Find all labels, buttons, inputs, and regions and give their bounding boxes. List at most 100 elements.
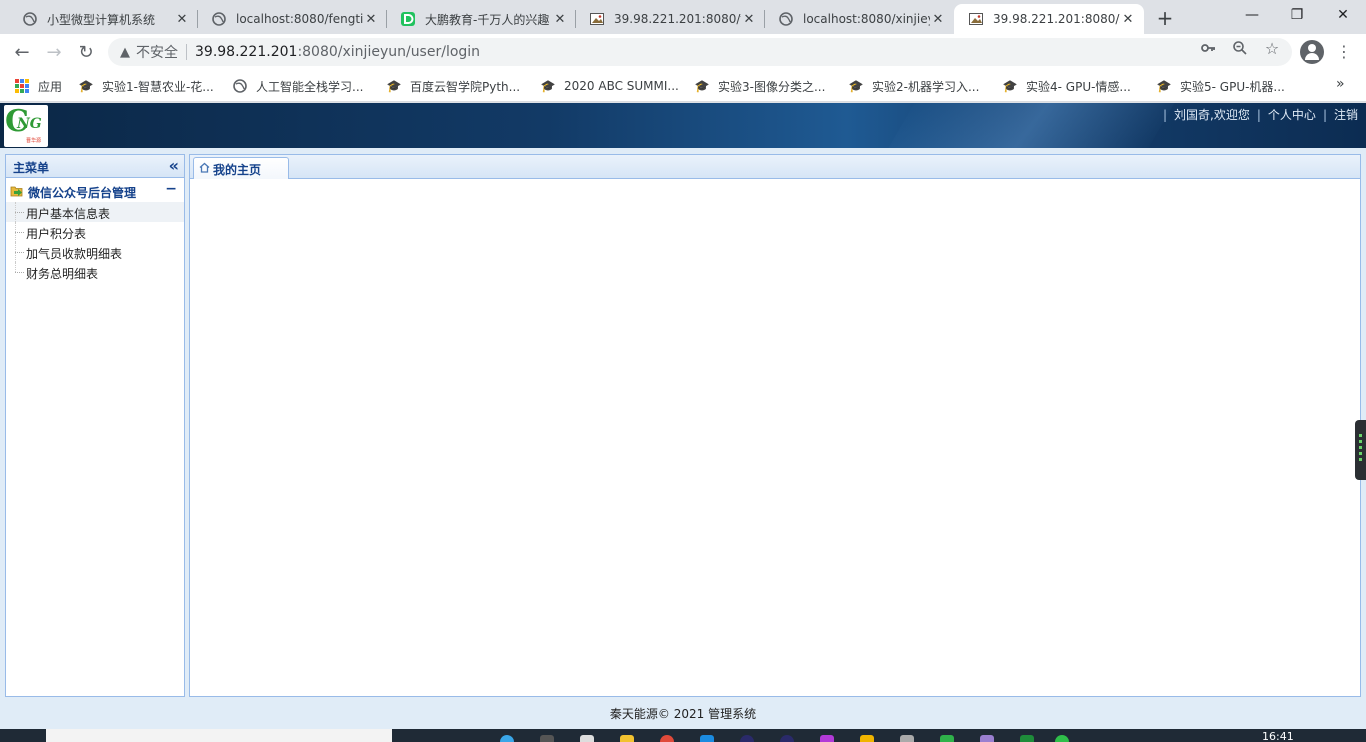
profile-link[interactable]: 个人中心 [1268, 106, 1316, 123]
menu-item-user-points[interactable]: 用户积分表 [6, 222, 184, 242]
more-bookmarks-button[interactable]: » [1336, 76, 1345, 92]
app-icon[interactable] [540, 735, 554, 742]
menu-item-label: 财务总明细表 [26, 267, 99, 281]
close-tab-icon[interactable]: ✕ [930, 11, 946, 27]
close-tab-icon[interactable]: ✕ [552, 11, 568, 27]
app-icon[interactable] [980, 735, 994, 742]
bookmark-item[interactable]: 🎓 百度云智学院Pyth... [386, 76, 521, 96]
header-banner: C NG 晋华源 | 刘国奇,欢迎您 | 个人中心 | 注销 [0, 103, 1366, 148]
menu-item-gas-collector-details[interactable]: 加气员收款明细表 [6, 242, 184, 262]
bookmark-star-icon[interactable]: ☆ [1264, 39, 1280, 58]
broken-image-icon [589, 11, 605, 27]
profile-avatar-icon[interactable] [1300, 40, 1324, 64]
close-window-button[interactable]: ✕ [1320, 0, 1366, 30]
tab-title: localhost:8080/xinjiey [803, 12, 930, 26]
menu-group-header[interactable]: 微信公众号后台管理 − [6, 180, 184, 202]
reload-button[interactable]: ↻ [74, 40, 98, 64]
new-tab-button[interactable]: + [1153, 6, 1177, 30]
browser-tab[interactable]: 小型微型计算机系统 ✕ [8, 4, 198, 34]
more-menu-icon[interactable]: ⋮ [1336, 42, 1352, 62]
home-icon [199, 162, 210, 176]
bookmark-label: 应用 [38, 79, 63, 94]
close-tab-icon[interactable]: ✕ [174, 11, 190, 27]
logo-subtext: 晋华源 [26, 138, 42, 144]
app-icon[interactable] [820, 735, 834, 742]
app-icon[interactable] [580, 735, 594, 742]
os-taskbar: 16:41 [0, 729, 1366, 742]
menu-item-label: 用户积分表 [26, 227, 87, 241]
welcome-text: 刘国奇,欢迎您 [1174, 108, 1250, 122]
bookmark-label: 实验3-图像分类之... [718, 79, 826, 94]
bookmark-apps[interactable]: 应用 [14, 76, 62, 96]
wechat-icon[interactable] [1055, 735, 1069, 742]
menu-item-label: 用户基本信息表 [26, 207, 111, 221]
close-tab-icon[interactable]: ✕ [363, 11, 379, 27]
url-path: :8080/xinjieyun/user/login [297, 44, 481, 60]
bookmark-item[interactable]: 人工智能全栈学习... [232, 76, 363, 96]
graduation-cap-icon: 🎓 [1156, 79, 1172, 93]
bookmark-label: 人工智能全栈学习... [256, 79, 364, 94]
separator: | [1322, 107, 1327, 122]
browser-tab-strip: 小型微型计算机系统 ✕ localhost:8080/fengtia ✕ 大鹏教… [0, 0, 1366, 34]
bookmark-item[interactable]: 🎓 实验3-图像分类之... [694, 76, 826, 96]
d-logo-icon [400, 11, 416, 27]
collapse-group-icon[interactable]: − [165, 181, 177, 197]
key-icon[interactable] [1200, 40, 1216, 56]
forward-button[interactable]: → [42, 40, 66, 64]
folder-icon[interactable] [860, 735, 874, 742]
warning-icon[interactable]: ▲ [120, 45, 130, 60]
tab-title: 39.98.221.201:8080/xi [993, 12, 1120, 26]
menu-item-label: 加气员收款明细表 [26, 247, 123, 261]
tree-line [15, 252, 24, 253]
apps-icon [14, 78, 30, 94]
sidebar-panel: 主菜单 « 微信公众号后台管理 − 用户基本信息表 用户积分表 加气员收款明细表 [5, 154, 185, 697]
edge-icon[interactable] [500, 735, 514, 742]
zoom-icon[interactable] [1232, 40, 1248, 56]
bookmark-item[interactable]: 🎓 实验1-智慧农业-花... [78, 76, 214, 96]
bookmark-label: 2020 ABC SUMMI... [564, 79, 679, 93]
back-button[interactable]: ← [10, 40, 34, 64]
app-icon[interactable] [740, 735, 754, 742]
app-icon[interactable] [900, 735, 914, 742]
side-dock-handle[interactable] [1355, 420, 1366, 480]
menu-item-user-info[interactable]: 用户基本信息表 [6, 202, 184, 222]
banner-highlight [874, 103, 1186, 148]
browser-tab[interactable]: localhost:8080/xinjiey ✕ [764, 4, 954, 34]
close-tab-icon[interactable]: ✕ [1120, 11, 1136, 27]
separator: | [1256, 107, 1261, 122]
close-tab-icon[interactable]: ✕ [741, 11, 757, 27]
menu-item-finance-details[interactable]: 财务总明细表 [6, 262, 184, 282]
url-text[interactable]: 39.98.221.201:8080/xinjieyun/user/login [195, 44, 480, 60]
tree-line [15, 232, 24, 233]
bookmark-label: 百度云智学院Pyth... [410, 79, 521, 94]
app-icon[interactable] [620, 735, 634, 742]
bookmark-item[interactable]: 🎓 实验2-机器学习入... [848, 76, 980, 96]
start-button[interactable] [0, 729, 46, 742]
app-icon[interactable] [780, 735, 794, 742]
address-bar[interactable]: ▲ 不安全 39.98.221.201:8080/xinjieyun/user/… [108, 38, 1292, 66]
app-icon[interactable] [940, 735, 954, 742]
chrome-icon[interactable] [660, 735, 674, 742]
security-label[interactable]: 不安全 [136, 42, 178, 62]
bookmark-item[interactable]: 🎓 实验4- GPU-情感... [1002, 76, 1131, 96]
app-icon[interactable] [1020, 735, 1034, 742]
taskbar-search-box[interactable] [46, 729, 392, 742]
bookmark-item[interactable]: 🎓 实验5- GPU-机器... [1156, 76, 1285, 96]
bookmark-item[interactable]: 🎓 2020 ABC SUMMI... [540, 76, 679, 96]
url-host: 39.98.221.201 [195, 44, 298, 60]
tab-home[interactable]: 我的主页 [193, 157, 289, 179]
browser-tab[interactable]: localhost:8080/fengtia ✕ [197, 4, 387, 34]
graduation-cap-icon: 🎓 [386, 79, 402, 93]
browser-tab-active[interactable]: 39.98.221.201:8080/xi ✕ [954, 4, 1144, 34]
collapse-sidebar-icon[interactable]: « [169, 156, 179, 175]
graduation-cap-icon: 🎓 [540, 79, 556, 93]
restore-button[interactable]: ❐ [1274, 0, 1320, 30]
app-icon[interactable] [700, 735, 714, 742]
web-page: C NG 晋华源 | 刘国奇,欢迎您 | 个人中心 | 注销 主菜单 « 微信公… [0, 103, 1366, 729]
minimize-button[interactable]: — [1229, 0, 1275, 30]
clock-time: 16:41 [1262, 730, 1294, 742]
logout-link[interactable]: 注销 [1334, 106, 1358, 123]
browser-tab[interactable]: 39.98.221.201:8080/fe ✕ [575, 4, 765, 34]
browser-tab[interactable]: 大鹏教育-千万人的兴趣 ✕ [386, 4, 576, 34]
globe-icon [22, 11, 38, 27]
